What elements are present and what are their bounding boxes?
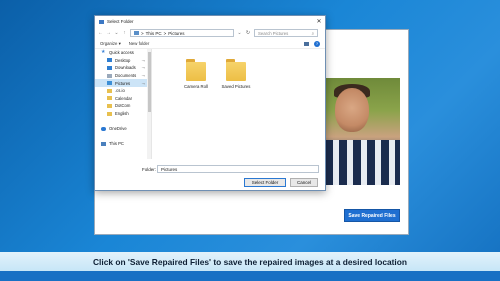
folder-icon bbox=[107, 103, 112, 108]
sidebar-item[interactable]: Calendar bbox=[95, 95, 151, 103]
sidebar-item-label: .cs.io bbox=[115, 88, 125, 94]
onedrive-icon bbox=[101, 126, 106, 131]
sidebar-item-label: English bbox=[115, 111, 129, 117]
folder-label: Saved Pictures bbox=[221, 84, 251, 89]
sidebar-item[interactable]: English bbox=[95, 110, 151, 118]
dialog-title: Select Folder bbox=[107, 19, 134, 24]
search-icon: ⌕ bbox=[311, 30, 314, 36]
sidebar-item[interactable]: This PC bbox=[95, 140, 151, 148]
back-arrow-icon[interactable]: ← bbox=[98, 30, 103, 36]
sidebar-item[interactable]: OneDrive bbox=[95, 125, 151, 133]
preview-shirt bbox=[325, 140, 400, 185]
folder-camera-roll[interactable]: Camera Roll bbox=[176, 59, 216, 89]
organize-menu[interactable]: Organize ▾ bbox=[100, 41, 121, 47]
sidebar-item-label: Desktop bbox=[115, 57, 131, 63]
chevron-down-icon[interactable]: ⌄ bbox=[114, 30, 119, 36]
select-folder-dialog: Select Folder ✕ ← → ⌄ ↑ > This PC > Pict… bbox=[94, 15, 326, 191]
view-options-icon[interactable] bbox=[304, 41, 309, 46]
sidebar-item[interactable]: Downloads ⊸ bbox=[95, 64, 151, 72]
sidebar-item[interactable]: .cs.io bbox=[95, 87, 151, 95]
folder-field-row: Folder: Pictures bbox=[95, 163, 327, 175]
folder-icon bbox=[186, 59, 206, 81]
address-row: ← → ⌄ ↑ > This PC > Pictures ⌄ ↻ Search … bbox=[95, 27, 325, 39]
help-icon[interactable]: ? bbox=[314, 40, 320, 47]
view-controls: ? bbox=[304, 40, 320, 47]
search-placeholder: Search Pictures bbox=[258, 30, 289, 36]
pin-icon: ⊸ bbox=[141, 80, 145, 86]
forward-arrow-icon[interactable]: → bbox=[106, 30, 111, 36]
pin-icon: ⊸ bbox=[141, 65, 145, 71]
sidebar-item-label: Documents bbox=[115, 73, 137, 79]
sidebar-item-label: DotCom bbox=[115, 103, 131, 109]
sidebar-item[interactable]: Desktop ⊸ bbox=[95, 57, 151, 65]
toolbar: Organize ▾ New folder ? bbox=[95, 39, 325, 49]
address-sep: > bbox=[163, 30, 167, 36]
address-dropdown-icon[interactable]: ⌄ bbox=[237, 30, 242, 36]
dialog-body: ★ Quick access Desktop ⊸ Downloads ⊸ Documents… bbox=[95, 49, 327, 159]
sidebar-item-label: This PC bbox=[109, 141, 124, 147]
folder-field-label: Folder: bbox=[142, 166, 157, 172]
folder-field[interactable]: Pictures bbox=[157, 165, 319, 173]
cancel-button[interactable]: Cancel bbox=[290, 178, 318, 187]
desktop-icon bbox=[107, 58, 112, 63]
pin-icon: ⊸ bbox=[141, 57, 145, 63]
bottom-strip bbox=[0, 271, 500, 281]
folder-icon bbox=[107, 88, 112, 93]
breadcrumb-pictures[interactable]: Pictures bbox=[168, 31, 184, 36]
search-input[interactable]: Search Pictures ⌕ bbox=[254, 29, 318, 37]
this-pc-icon bbox=[101, 141, 106, 146]
tutorial-caption: Click on 'Save Repaired Files' to save t… bbox=[0, 252, 500, 271]
image-preview bbox=[325, 78, 400, 185]
this-pc-icon bbox=[134, 31, 139, 35]
up-arrow-icon[interactable]: ↑ bbox=[122, 30, 127, 36]
folder-icon bbox=[107, 111, 112, 116]
dialog-buttons: Select Folder Cancel bbox=[95, 178, 327, 188]
pin-icon: ⊸ bbox=[141, 73, 145, 79]
pictures-icon bbox=[107, 81, 112, 86]
sidebar-item-label: Quick access bbox=[109, 50, 134, 56]
preview-face bbox=[335, 88, 369, 132]
scrollbar-thumb[interactable] bbox=[147, 52, 151, 112]
folder-icon bbox=[226, 59, 246, 81]
documents-icon bbox=[107, 73, 112, 78]
folder-icon bbox=[107, 96, 112, 101]
navigation-pane: ★ Quick access Desktop ⊸ Downloads ⊸ Documents… bbox=[95, 49, 152, 159]
dialog-title-bar: Select Folder ✕ bbox=[95, 16, 325, 27]
new-folder-button[interactable]: New folder bbox=[129, 41, 150, 46]
sidebar-item[interactable]: Documents ⊸ bbox=[95, 72, 151, 80]
close-icon[interactable]: ✕ bbox=[313, 18, 325, 25]
folder-label: Camera Roll bbox=[184, 84, 208, 89]
sidebar-item-label: Downloads bbox=[115, 65, 136, 71]
breadcrumb-this-pc[interactable]: This PC bbox=[146, 31, 162, 36]
sidebar-item[interactable]: ★ Quick access bbox=[95, 49, 151, 57]
sidebar-scrollbar[interactable] bbox=[147, 49, 151, 159]
sidebar-item[interactable]: Pictures ⊸ bbox=[95, 79, 151, 87]
sidebar-item-label: Calendar bbox=[115, 95, 132, 101]
sidebar-item[interactable]: DotCom bbox=[95, 102, 151, 110]
download-icon bbox=[107, 65, 112, 70]
refresh-icon[interactable]: ↻ bbox=[245, 30, 251, 36]
folder-saved-pictures[interactable]: Saved Pictures bbox=[216, 59, 256, 89]
save-repaired-files-button[interactable]: Save Repaired Files bbox=[344, 209, 400, 222]
select-folder-button[interactable]: Select Folder bbox=[244, 178, 286, 187]
address-sep: > bbox=[141, 30, 144, 36]
folder-view: Camera Roll Saved Pictures bbox=[152, 49, 327, 159]
sidebar-item-label: OneDrive bbox=[109, 126, 127, 132]
star-icon: ★ bbox=[101, 49, 106, 56]
folder-icon bbox=[99, 19, 104, 24]
address-bar[interactable]: > This PC > Pictures bbox=[130, 29, 234, 37]
sidebar-item-label: Pictures bbox=[115, 80, 131, 86]
